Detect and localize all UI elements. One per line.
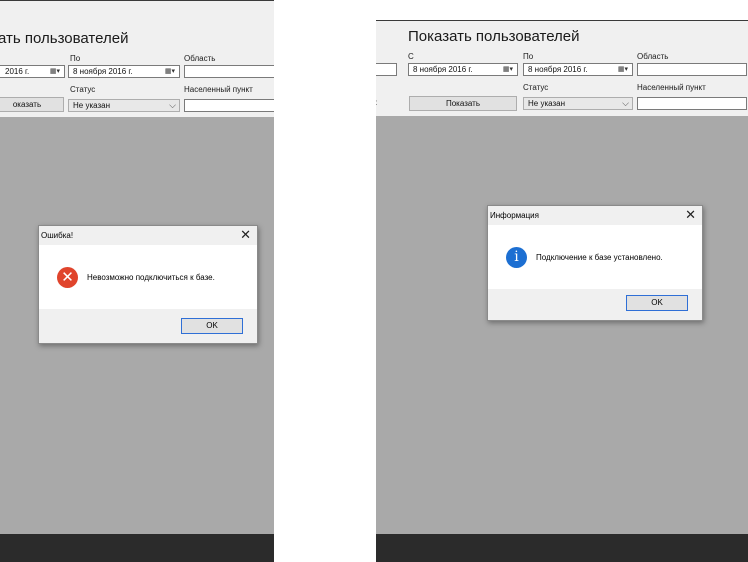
dialog-title: Информация (490, 211, 539, 220)
dialog-body: ✕ Невозможно подключиться к базе. (39, 245, 257, 309)
close-icon[interactable]: ✕ (240, 228, 251, 242)
status-label: Статус (523, 83, 549, 92)
locality-label: Населенный пункт (637, 83, 706, 92)
user-search-window: Показать пользователей С По Область 8 но… (376, 20, 748, 562)
close-icon[interactable]: ✕ (685, 208, 696, 222)
user-search-window: ать пользователей По Область 2016 г. ▦▾ … (0, 0, 274, 562)
show-button[interactable]: Показать (409, 96, 517, 111)
info-dialog: Информация ✕ i Подключение к базе устано… (487, 205, 703, 321)
right-screenshot: Показать пользователей С По Область 8 но… (376, 0, 748, 562)
date-from-value: 8 ноября 2016 г. (413, 65, 473, 74)
taskbar (0, 534, 274, 562)
chevron-down-icon: ⌵ (622, 98, 629, 108)
region-label: Область (637, 52, 669, 61)
error-icon: ✕ (57, 267, 78, 288)
date-to-value: 8 ноября 2016 г. (73, 67, 133, 76)
partial-input[interactable] (376, 63, 397, 76)
ok-button[interactable]: OK (181, 318, 243, 334)
calendar-dropdown-icon[interactable]: ▦▾ (162, 67, 178, 76)
date-from-value: 2016 г. (5, 67, 30, 76)
window-top-edge (0, 0, 274, 1)
label-fragment: : (376, 98, 377, 107)
results-area: Информация ✕ i Подключение к базе устано… (376, 116, 748, 534)
ok-button[interactable]: OK (626, 295, 688, 311)
calendar-dropdown-icon[interactable]: ▦▾ (500, 65, 516, 74)
dialog-message: Невозможно подключиться к базе. (87, 273, 215, 282)
show-button[interactable]: оказать (0, 97, 64, 112)
dialog-body: i Подключение к базе установлено. (488, 225, 702, 289)
date-from-label: С (408, 52, 414, 61)
calendar-dropdown-icon[interactable]: ▦▾ (47, 67, 63, 76)
date-from-picker[interactable]: 8 ноября 2016 г. ▦▾ (408, 63, 518, 76)
calendar-dropdown-icon[interactable]: ▦▾ (615, 65, 631, 74)
info-icon: i (506, 247, 527, 268)
date-to-value: 8 ноября 2016 г. (528, 65, 588, 74)
region-input[interactable] (184, 65, 274, 78)
status-select[interactable]: Не указан ⌵ (68, 99, 180, 112)
taskbar (376, 534, 748, 562)
locality-input[interactable] (184, 99, 274, 112)
status-select[interactable]: Не указан ⌵ (523, 97, 633, 110)
region-input[interactable] (637, 63, 747, 76)
page-title: ать пользователей (0, 30, 129, 47)
region-label: Область (184, 54, 216, 63)
left-screenshot: ать пользователей По Область 2016 г. ▦▾ … (0, 0, 274, 562)
date-to-picker[interactable]: 8 ноября 2016 г. ▦▾ (523, 63, 633, 76)
page-title: Показать пользователей (408, 28, 580, 45)
dialog-message: Подключение к базе установлено. (536, 253, 663, 262)
date-to-picker[interactable]: 8 ноября 2016 г. ▦▾ (68, 65, 180, 78)
dialog-title: Ошибка! (41, 231, 74, 240)
status-value: Не указан (73, 101, 111, 110)
error-dialog: Ошибка! ✕ ✕ Невозможно подключиться к ба… (38, 225, 258, 344)
status-value: Не указан (528, 99, 566, 108)
locality-input[interactable] (637, 97, 747, 110)
date-to-label: По (523, 52, 534, 61)
date-from-picker[interactable]: 2016 г. ▦▾ (0, 65, 65, 78)
locality-label: Населенный пункт (184, 85, 253, 94)
status-label: Статус (70, 85, 96, 94)
chevron-down-icon: ⌵ (169, 100, 176, 110)
results-area: Ошибка! ✕ ✕ Невозможно подключиться к ба… (0, 117, 274, 534)
window-top-edge (376, 20, 748, 21)
date-to-label: По (70, 54, 81, 63)
